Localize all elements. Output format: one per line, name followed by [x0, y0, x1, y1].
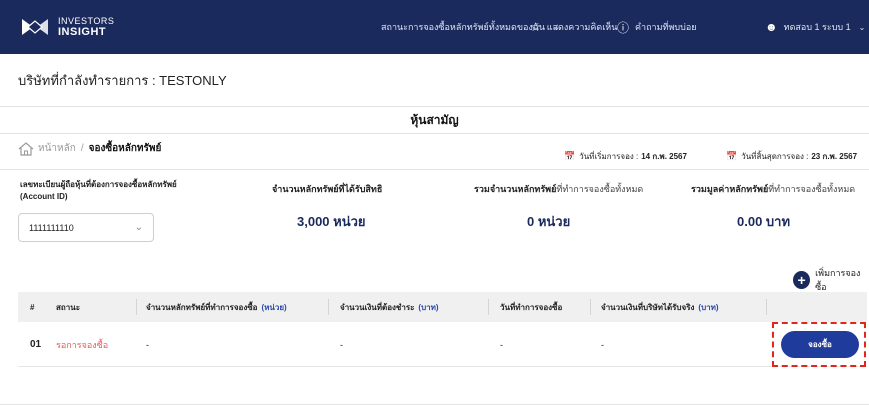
calendar-icon: 📅 [726, 151, 738, 161]
divider [0, 404, 869, 405]
breadcrumb: หน้าหลัก / จองซื้อหลักทรัพย์ [18, 141, 161, 156]
col-header-no: # [30, 302, 35, 312]
start-date-value: 14 ก.พ. 2567 [641, 152, 687, 161]
company-text: บริษัทที่กำลังทำรายการ : TESTONLY [18, 72, 227, 88]
table-header: # สถานะ จำนวนหลักทรัพย์ที่ทำการจองซื้อ (ห… [18, 292, 867, 322]
col-header-status: สถานะ [56, 302, 80, 312]
row-status: รอการจองซื้อ [56, 339, 109, 350]
col-header-amount: จำนวนเงินที่ต้องชำระ (บาท) [340, 302, 439, 312]
total-reserved-value-label: รวมมูลค่าหลักทรัพย์ที่ทำการจองซื้อทั้งหม… [691, 182, 855, 196]
add-subscription-button[interactable]: + เพิ่มการจองซื้อ [793, 266, 869, 294]
total-reserved-value: 0.00 บาท [737, 214, 791, 229]
top-navigation-bar: INVESTORS INSIGHT สถานะการจองซื้อหลักทรั… [0, 0, 869, 54]
home-icon [18, 141, 34, 156]
account-id-select[interactable]: 1111111110 ⌄ [18, 213, 154, 242]
row-amount: - [340, 339, 343, 350]
star-icon: ☆ [530, 20, 541, 34]
chevron-down-icon: ⌄ [134, 222, 143, 233]
logo-line2: INSIGHT [58, 26, 107, 38]
logo-icon [22, 19, 48, 35]
start-date-label: วันที่เริ่มการจอง : [579, 152, 639, 161]
entitled-units-label: จำนวนหลักทรัพย์ที่ได้รับสิทธิ [272, 184, 383, 194]
entitled-units-value: 3,000 หน่วย [297, 214, 366, 229]
column-separator [488, 299, 489, 315]
add-subscription-label: เพิ่มการจองซื้อ [815, 268, 861, 292]
total-reserved-units-label: รวมจำนวนหลักทรัพย์ที่ทำการจองซื้อทั้งหมด [474, 182, 643, 196]
account-id-label: เลขทะเบียนผู้ถือหุ้นที่ต้องการจองซื้อหลั… [20, 180, 177, 201]
table-row: 01 รอการจองซื้อ - - - - [18, 322, 867, 367]
nav-faq-label: คำถามที่พบบ่อย [635, 22, 697, 32]
breadcrumb-current: จองซื้อหลักทรัพย์ [88, 143, 162, 154]
nav-status-label: สถานะการจองซื้อหลักทรัพย์ทั้งหมดของฉัน [381, 22, 546, 32]
row-units: - [146, 339, 149, 350]
section-title: หุ้นสามัญ [410, 113, 459, 127]
help-circle-icon: ⓘ [617, 20, 630, 35]
account-id-value: 1111111110 [29, 222, 74, 233]
nav-feedback-label: แสดงความคิดเห็น [546, 22, 618, 32]
row-received: - [601, 339, 604, 350]
total-reserved-units-value: 0 หน่วย [527, 214, 571, 229]
column-separator [766, 299, 767, 315]
column-separator [328, 299, 329, 315]
start-date: 📅 วันที่เริ่มการจอง : 14 ก.พ. 2567 [564, 150, 687, 163]
row-date: - [500, 339, 503, 350]
nav-feedback[interactable]: ☆ แสดงความคิดเห็น [530, 0, 617, 54]
total-reserved-units-label-light: ที่ทำการจองซื้อทั้งหมด [556, 184, 644, 194]
company-bar: บริษัทที่กำลังทำรายการ : TESTONLY [0, 54, 869, 107]
divider [0, 133, 869, 134]
reserve-button[interactable]: จองซื้อ [781, 331, 859, 358]
divider [0, 169, 869, 170]
end-date-value: 23 ก.พ. 2567 [811, 152, 858, 161]
end-date-label: วันที่สิ้นสุดการจอง : [741, 152, 809, 161]
nav-user-label: ทดสอบ 1 ระบบ 1 [783, 22, 851, 32]
nav-user-menu[interactable]: ☻ ทดสอบ 1 ระบบ 1 ⌄ [765, 0, 865, 54]
nav-faq[interactable]: ⓘ คำถามที่พบบ่อย [617, 0, 697, 54]
user-icon: ☻ [765, 20, 778, 34]
col-header-date: วันที่ทำการจองซื้อ [500, 302, 563, 312]
brand-logo[interactable]: INVESTORS INSIGHT [20, 16, 114, 38]
column-separator [590, 299, 591, 315]
breadcrumb-home-link[interactable]: หน้าหลัก [38, 141, 76, 156]
col-header-received: จำนวนเงินที่บริษัทได้รับจริง (บาท) [601, 302, 719, 312]
total-reserved-value-label-bold: รวมมูลค่าหลักทรัพย์ [691, 184, 769, 194]
plus-icon: + [793, 271, 811, 289]
total-reserved-units-label-bold: รวมจำนวนหลักทรัพย์ [474, 184, 557, 194]
calendar-icon: 📅 [564, 151, 576, 161]
chevron-down-icon: ⌄ [858, 22, 866, 32]
breadcrumb-separator: / [80, 143, 84, 154]
end-date: 📅 วันที่สิ้นสุดการจอง : 23 ก.พ. 2567 [726, 150, 857, 163]
col-header-units: จำนวนหลักทรัพย์ที่ทำการจองซื้อ (หน่วย) [146, 302, 287, 312]
row-number: 01 [30, 339, 42, 350]
total-reserved-value-label-light: ที่ทำการจองซื้อทั้งหมด [768, 184, 856, 194]
column-separator [136, 299, 137, 315]
